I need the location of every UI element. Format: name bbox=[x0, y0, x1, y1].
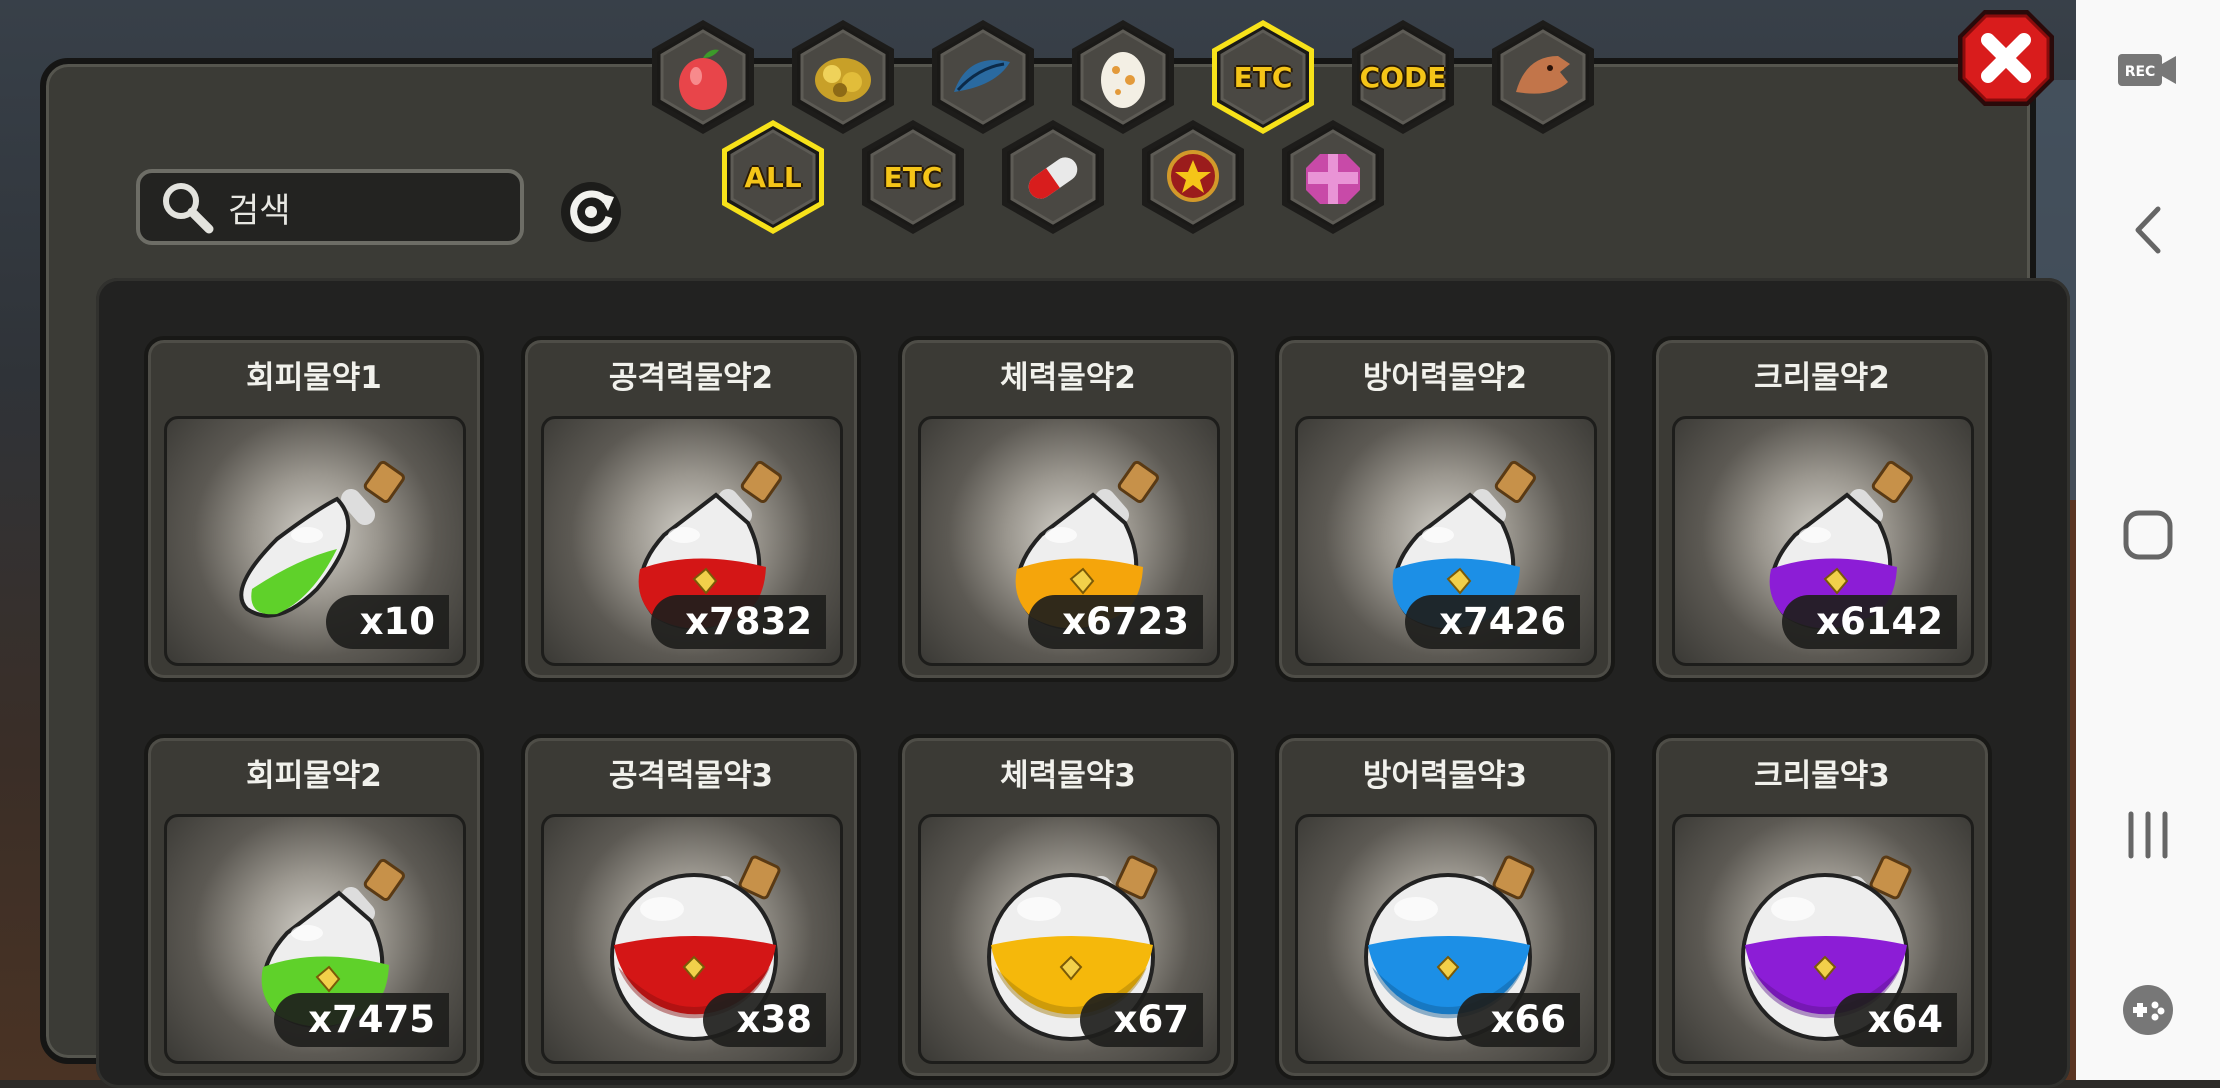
item-card[interactable]: 공격력물약3 x38 bbox=[521, 734, 861, 1080]
item-name: 크리물약2 bbox=[1754, 360, 1890, 396]
blue-feather-icon bbox=[954, 60, 1010, 92]
item-name: 회피물약2 bbox=[246, 758, 382, 794]
item-card[interactable]: 방어력물약2 x7426 bbox=[1275, 336, 1615, 682]
android-navigation-bar: REC bbox=[2076, 0, 2220, 1080]
item-count: x7475 bbox=[274, 993, 449, 1047]
item-card[interactable]: 방어력물약3 x66 bbox=[1275, 734, 1615, 1080]
item-count: x7426 bbox=[1405, 595, 1580, 649]
search-placeholder: 검색 bbox=[228, 190, 291, 231]
item-slot: x6723 bbox=[918, 416, 1220, 666]
item-card[interactable]: 체력물약2 x6723 bbox=[898, 336, 1238, 682]
refresh-button[interactable] bbox=[551, 177, 631, 247]
tab-all[interactable]: ALL bbox=[714, 118, 832, 236]
item-card[interactable]: 공격력물약2 x7832 bbox=[521, 336, 861, 682]
item-slot: x67 bbox=[918, 814, 1220, 1064]
magnifier-icon bbox=[152, 172, 222, 242]
item-count: x66 bbox=[1456, 993, 1580, 1047]
close-button[interactable] bbox=[1952, 4, 2060, 112]
item-name: 크리물약3 bbox=[1754, 758, 1890, 794]
tab-label: ETC bbox=[1233, 60, 1293, 94]
back-button[interactable] bbox=[2076, 200, 2220, 260]
red-pill-icon bbox=[1028, 157, 1078, 199]
gift-box-icon bbox=[1306, 154, 1360, 204]
dragon-head-icon bbox=[1516, 56, 1570, 94]
game-tools-button[interactable] bbox=[2076, 980, 2220, 1040]
screen-record-button[interactable]: REC bbox=[2076, 40, 2220, 100]
tab-box[interactable] bbox=[1274, 118, 1392, 236]
gamepad-icon bbox=[2123, 985, 2173, 1035]
home-button[interactable] bbox=[2076, 505, 2220, 565]
item-card[interactable]: 크리물약3 x64 bbox=[1652, 734, 1992, 1080]
item-slot: x38 bbox=[541, 814, 843, 1064]
item-name: 회피물약1 bbox=[246, 360, 382, 396]
item-slot: x66 bbox=[1295, 814, 1597, 1064]
star-badge-icon bbox=[1167, 150, 1219, 202]
tab-label: CODE bbox=[1359, 60, 1447, 94]
gold-ore-icon bbox=[815, 58, 871, 102]
item-slot: x64 bbox=[1672, 814, 1974, 1064]
rec-camera-icon: REC bbox=[2118, 54, 2176, 86]
item-count: x6142 bbox=[1782, 595, 1957, 649]
spotted-egg-icon bbox=[1101, 52, 1145, 108]
item-slot: x7426 bbox=[1295, 416, 1597, 666]
item-count: x38 bbox=[702, 993, 826, 1047]
item-slot: x7475 bbox=[164, 814, 466, 1064]
tab-etc2[interactable]: ETC bbox=[854, 118, 972, 236]
recents-lines-icon bbox=[2128, 811, 2168, 859]
item-slot: x6142 bbox=[1672, 416, 1974, 666]
tab-dragon[interactable] bbox=[1484, 18, 1602, 136]
close-x-icon bbox=[1958, 10, 2054, 106]
item-card[interactable]: 크리물약2 x6142 bbox=[1652, 336, 1992, 682]
item-card[interactable]: 체력물약3 x67 bbox=[898, 734, 1238, 1080]
item-count: x10 bbox=[325, 595, 449, 649]
tab-label: ALL bbox=[744, 160, 802, 194]
items-grid: 회피물약1 x10 공격력물약2 x7832 체력물약2 x6723 방어력물약2 x7426… bbox=[96, 278, 2070, 1088]
item-name: 공격력물약2 bbox=[608, 360, 774, 396]
back-chevron-icon bbox=[2135, 206, 2161, 254]
item-name: 체력물약2 bbox=[1000, 360, 1136, 396]
item-count: x6723 bbox=[1028, 595, 1203, 649]
tab-label: ETC bbox=[883, 160, 943, 194]
item-name: 체력물약3 bbox=[1000, 758, 1136, 794]
rec-label: REC bbox=[2125, 64, 2156, 80]
recents-button[interactable] bbox=[2076, 805, 2220, 865]
tab-badge[interactable] bbox=[1134, 118, 1252, 236]
item-slot: x10 bbox=[164, 416, 466, 666]
item-card[interactable]: 회피물약2 x7475 bbox=[144, 734, 484, 1080]
item-slot: x7832 bbox=[541, 416, 843, 666]
red-fruit-icon bbox=[679, 49, 727, 110]
tab-pill[interactable] bbox=[994, 118, 1112, 236]
item-name: 방어력물약3 bbox=[1362, 758, 1528, 794]
refresh-icon bbox=[561, 182, 621, 242]
item-name: 공격력물약3 bbox=[608, 758, 774, 794]
item-count: x64 bbox=[1833, 993, 1957, 1047]
item-name: 방어력물약2 bbox=[1362, 360, 1528, 396]
home-square-icon bbox=[2123, 510, 2173, 560]
item-card[interactable]: 회피물약1 x10 bbox=[144, 336, 484, 682]
item-count: x67 bbox=[1079, 993, 1203, 1047]
search-input[interactable]: 검색 bbox=[136, 169, 524, 245]
item-count: x7832 bbox=[651, 595, 826, 649]
